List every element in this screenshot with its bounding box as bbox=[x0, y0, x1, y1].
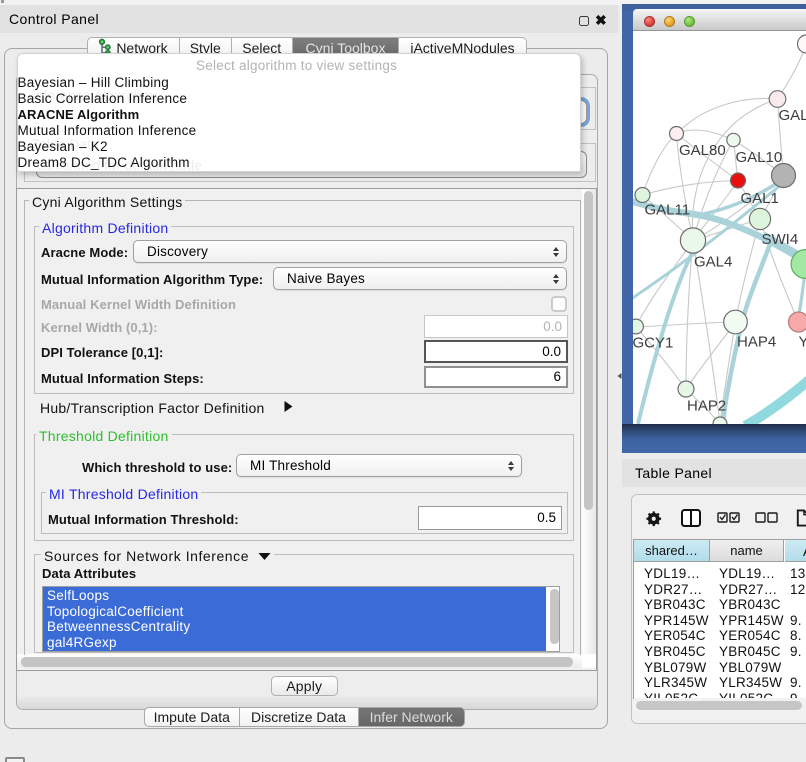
svg-text:GAL7: GAL7 bbox=[779, 107, 806, 124]
svg-text:SWI4: SWI4 bbox=[762, 231, 799, 248]
svg-text:YJ: YJ bbox=[799, 334, 806, 351]
svg-text:HAP4: HAP4 bbox=[737, 334, 776, 351]
svg-text:GAL1: GAL1 bbox=[741, 190, 779, 207]
svg-text:HAP2: HAP2 bbox=[687, 398, 726, 415]
svg-text:GAL10: GAL10 bbox=[736, 149, 783, 166]
svg-text:GAL4: GAL4 bbox=[694, 254, 732, 271]
svg-text:GCY1: GCY1 bbox=[633, 335, 673, 352]
svg-text:GAL11: GAL11 bbox=[645, 202, 691, 219]
svg-text:GAL80: GAL80 bbox=[679, 142, 726, 159]
